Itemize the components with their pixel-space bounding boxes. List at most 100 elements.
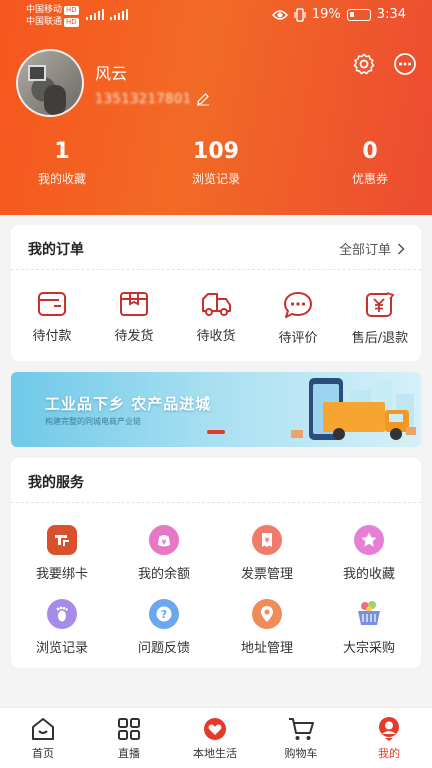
all-orders-label: 全部订单 [338, 243, 391, 258]
order-label: 售后/退款 [351, 331, 409, 346]
footprint-icon [47, 599, 77, 629]
battery-icon [346, 8, 371, 21]
orders-title: 我的订单 [28, 242, 84, 258]
stat-favorites[interactable]: 1 我的收藏 [7, 138, 117, 187]
order-label: 待评价 [278, 331, 318, 346]
vibrate-icon [294, 7, 306, 22]
refund-icon [366, 292, 395, 317]
box-icon [120, 292, 148, 316]
svg-text:¥: ¥ [162, 539, 167, 547]
nav-live[interactable]: 直播 [86, 716, 172, 761]
carrier-1: 中国移动 [26, 5, 63, 15]
stat-value: 109 [193, 139, 239, 164]
hd-badge: HD [64, 6, 79, 15]
balance-icon: ¥ [149, 525, 179, 555]
wallet-icon [38, 292, 66, 316]
order-pending-payment[interactable]: 待付款 [11, 291, 93, 344]
stat-label: 优惠券 [351, 172, 388, 186]
service-label: 发票管理 [240, 567, 293, 582]
order-pending-review[interactable]: 待评价 [257, 291, 339, 346]
stat-label: 我的收藏 [37, 172, 86, 186]
more-icon[interactable] [393, 52, 417, 76]
truck-icon [202, 293, 231, 316]
service-label: 我的收藏 [342, 567, 395, 582]
service-favorites[interactable]: 我的收藏 [318, 525, 420, 582]
chevron-right-icon [397, 242, 405, 255]
invoice-icon: ¥ [252, 525, 282, 555]
nav-cart[interactable]: 购物车 [258, 716, 344, 761]
services-title: 我的服务 [28, 475, 84, 491]
basket-icon [354, 599, 384, 629]
battery-percent: 19% [311, 7, 341, 22]
order-label: 待发货 [114, 329, 154, 344]
order-after-sale[interactable]: 售后/退款 [339, 291, 421, 346]
edit-icon[interactable] [196, 92, 210, 106]
services-card: 我的服务 我要绑卡 ¥ 我的余额 ¥ 发票管理 我的收藏 浏览记录 ? 问题反馈… [11, 458, 421, 668]
signal-icon [110, 8, 130, 20]
profile-icon [379, 717, 399, 741]
username[interactable]: 风云 [95, 60, 127, 84]
comment-icon [284, 292, 312, 318]
divider [11, 269, 421, 270]
service-address[interactable]: 地址管理 [216, 599, 318, 656]
grid-icon [118, 718, 140, 740]
service-label: 问题反馈 [137, 641, 190, 656]
service-balance[interactable]: ¥ 我的余额 [113, 525, 215, 582]
bottom-nav: 首页 直播 本地生活 购物车 我的 [0, 707, 432, 768]
svg-text:?: ? [161, 608, 167, 621]
carrier-info: 中国移动 HD 中国联通 HD [26, 4, 79, 28]
stat-value: 0 [362, 139, 378, 164]
service-label: 地址管理 [240, 641, 293, 656]
gear-icon[interactable] [352, 52, 376, 76]
bind-card-icon [47, 525, 77, 555]
stat-history[interactable]: 109 浏览记录 [161, 138, 271, 187]
service-label: 浏览记录 [35, 641, 88, 656]
phone-number: 13513217801 [95, 92, 192, 107]
star-icon [354, 525, 384, 555]
heart-icon [204, 718, 226, 740]
hd-badge: HD [64, 18, 79, 27]
orders-card: 我的订单 全部订单 待付款 待发货 待收货 待评价 售后/退款 [11, 225, 421, 361]
stat-coupons[interactable]: 0 优惠券 [315, 138, 425, 187]
nav-home[interactable]: 首页 [0, 716, 86, 761]
svg-text:¥: ¥ [265, 537, 270, 545]
service-bulk-purchase[interactable]: 大宗采购 [318, 599, 420, 656]
order-label: 待收货 [196, 329, 236, 344]
banner-title: 工业品下乡 农产品进城 [45, 395, 212, 413]
service-label: 我的余额 [137, 567, 190, 582]
stat-label: 浏览记录 [191, 172, 240, 186]
question-icon: ? [149, 599, 179, 629]
nav-label: 首页 [32, 747, 54, 760]
nav-label: 本地生活 [193, 747, 237, 760]
order-pending-ship[interactable]: 待发货 [93, 291, 175, 344]
order-label: 待付款 [32, 329, 72, 344]
status-bar: 中国移动 HD 中国联通 HD 19% 3:34 [0, 0, 432, 32]
nav-label: 直播 [118, 747, 140, 760]
all-orders-link[interactable]: 全部订单 [339, 239, 405, 258]
service-bind-card[interactable]: 我要绑卡 [11, 525, 113, 582]
promo-banner[interactable]: 工业品下乡 农产品进城 构建完整的同城电商产业链 [11, 372, 421, 447]
service-label: 大宗采购 [342, 641, 395, 656]
service-history[interactable]: 浏览记录 [11, 599, 113, 656]
avatar[interactable] [16, 49, 84, 117]
carousel-indicator [207, 430, 225, 434]
nav-local-life[interactable]: 本地生活 [172, 716, 258, 761]
location-icon [252, 599, 282, 629]
nav-label: 购物车 [284, 747, 318, 760]
carrier-2: 中国联通 [26, 17, 63, 27]
nav-mine[interactable]: 我的 [346, 716, 432, 761]
clock: 3:34 [376, 7, 406, 22]
service-label: 我要绑卡 [35, 567, 88, 582]
cart-icon [289, 718, 314, 740]
service-feedback[interactable]: ? 问题反馈 [113, 599, 215, 656]
eye-icon [271, 9, 288, 20]
nav-label: 我的 [378, 747, 400, 760]
divider [11, 502, 421, 503]
service-invoice[interactable]: ¥ 发票管理 [216, 525, 318, 582]
stat-value: 1 [54, 139, 70, 164]
profile-header: 中国移动 HD 中国联通 HD 19% 3:34 风云 13513217801 1 … [0, 0, 432, 215]
home-icon [32, 718, 54, 740]
order-pending-receive[interactable]: 待收货 [175, 291, 257, 344]
banner-subtitle: 构建完整的同城电商产业链 [45, 417, 141, 426]
signal-icon [86, 8, 106, 20]
